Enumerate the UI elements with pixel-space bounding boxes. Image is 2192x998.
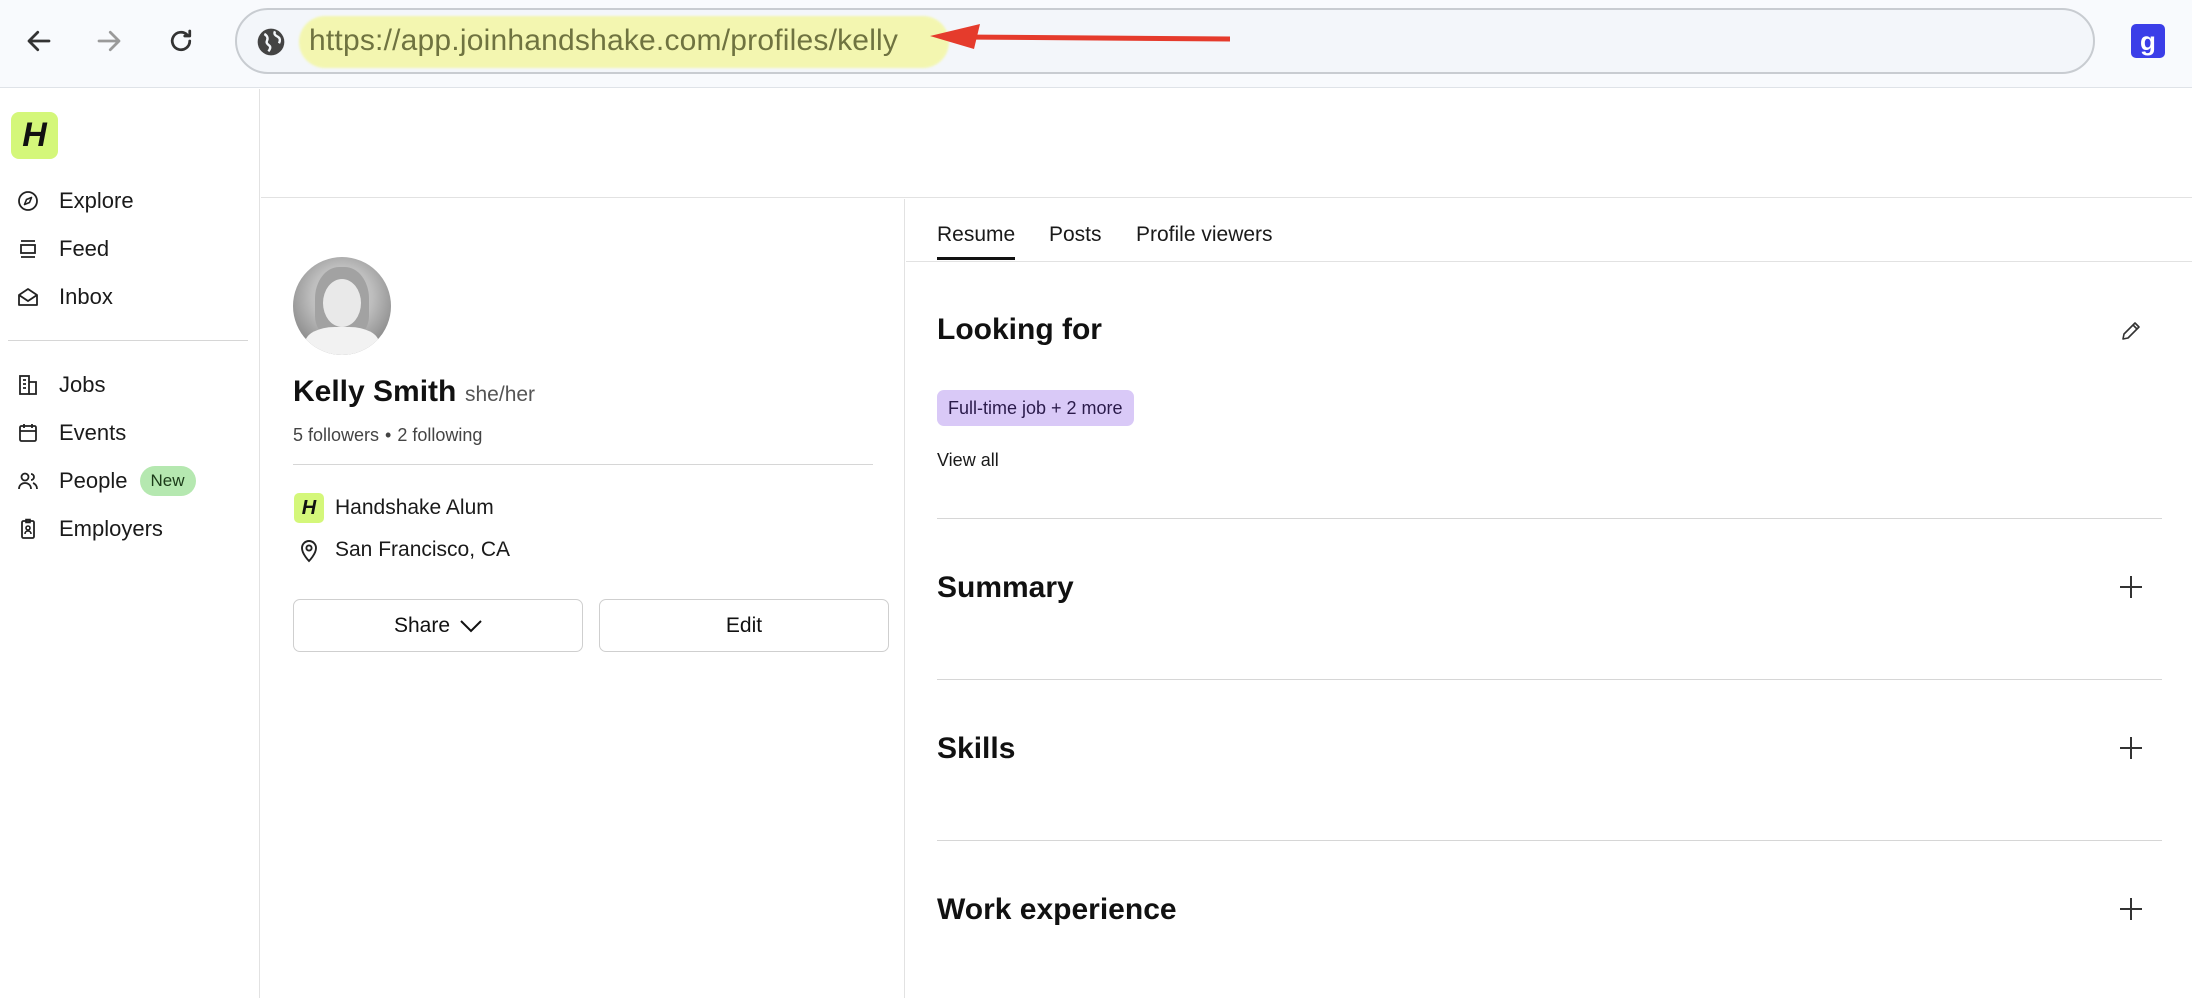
profile-name: Kelly Smith [293, 375, 457, 408]
location-label: San Francisco, CA [335, 538, 511, 561]
profile-tabs: Resume Posts Profile viewers [906, 199, 2192, 262]
section-divider [937, 518, 2162, 519]
edit-button[interactable]: Edit [599, 599, 889, 652]
back-arrow-icon [27, 30, 51, 52]
extension-g-icon[interactable]: g [2131, 24, 2165, 58]
sidebar-item-label: Jobs [59, 372, 106, 397]
sidebar-item-people[interactable]: People New [15, 463, 196, 499]
people-icon [15, 468, 41, 494]
annotation-arrow-icon [930, 24, 1230, 49]
profile-card: Kelly Smith she/her 5 followers • 2 follow… [261, 199, 905, 998]
followers-link[interactable]: 5 followers [293, 425, 379, 445]
sidebar-item-label: Feed [59, 236, 110, 261]
following-link[interactable]: 2 following [397, 425, 482, 445]
sidebar-item-label: People [59, 468, 128, 493]
tab-profile-viewers[interactable]: Profile viewers [1136, 223, 1273, 247]
add-skills-plus-icon[interactable] [2118, 735, 2144, 761]
handshake-logo[interactable]: H [11, 112, 58, 159]
sidebar: H Explore Feed Inbox Jobs Events People … [0, 89, 260, 998]
job-type-chip: Full-time job + 2 more [937, 390, 1134, 426]
sidebar-item-label: Inbox [59, 284, 113, 309]
url-text[interactable]: https://app.joinhandshake.com/profiles/k… [309, 24, 898, 58]
handshake-mini-logo-icon: H [293, 492, 325, 524]
page-header-band [261, 89, 2192, 198]
sidebar-item-explore[interactable]: Explore [15, 183, 134, 219]
work-experience-title: Work experience [937, 893, 1177, 926]
affiliation-row: H Handshake Alum [293, 491, 494, 525]
inbox-icon [15, 284, 41, 310]
sidebar-item-jobs[interactable]: Jobs [15, 367, 105, 403]
back-button[interactable] [16, 18, 62, 64]
resume-panel: Resume Posts Profile viewers Looking for… [906, 199, 2192, 998]
sidebar-item-feed[interactable]: Feed [15, 231, 109, 267]
add-summary-plus-icon[interactable] [2118, 574, 2144, 600]
forward-button[interactable] [86, 18, 132, 64]
add-work-experience-plus-icon[interactable] [2118, 896, 2144, 922]
building-icon [15, 372, 41, 398]
tab-resume[interactable]: Resume [937, 223, 1016, 260]
follow-stats: 5 followers • 2 following [293, 425, 482, 446]
sidebar-item-inbox[interactable]: Inbox [15, 279, 113, 315]
sidebar-item-label: Explore [59, 188, 134, 213]
chevron-down-icon [460, 619, 482, 632]
follow-separator: • [385, 425, 392, 445]
share-button[interactable]: Share [293, 599, 583, 652]
sidebar-item-label: Events [59, 420, 127, 445]
reload-icon [170, 29, 192, 52]
new-badge: New [139, 466, 196, 496]
tab-posts[interactable]: Posts [1049, 223, 1102, 247]
sidebar-item-events[interactable]: Events [15, 415, 126, 451]
affiliation-label: Handshake Alum [335, 496, 494, 519]
badge-icon [15, 516, 41, 542]
location-row: San Francisco, CA [293, 533, 510, 567]
section-divider [937, 679, 2162, 680]
looking-for-title: Looking for [937, 313, 1102, 346]
calendar-icon [15, 420, 41, 446]
profile-divider [293, 464, 873, 465]
section-divider [937, 840, 2162, 841]
compass-icon [15, 188, 41, 214]
sidebar-divider [8, 340, 248, 341]
reload-button[interactable] [158, 18, 204, 64]
avatar[interactable] [293, 257, 391, 355]
globe-icon [257, 28, 285, 56]
feed-icon [15, 236, 41, 262]
pencil-edit-icon[interactable] [2119, 319, 2143, 343]
sidebar-item-label: Employers [59, 516, 163, 541]
forward-arrow-icon [97, 30, 121, 52]
location-pin-icon [293, 534, 325, 566]
browser-toolbar: https://app.joinhandshake.com/profiles/k… [0, 0, 2192, 88]
skills-title: Skills [937, 732, 1016, 765]
sidebar-item-employers[interactable]: Employers [15, 511, 163, 547]
profile-pronouns: she/her [465, 383, 536, 406]
view-all-link[interactable]: View all [937, 450, 999, 471]
summary-title: Summary [937, 571, 1074, 604]
